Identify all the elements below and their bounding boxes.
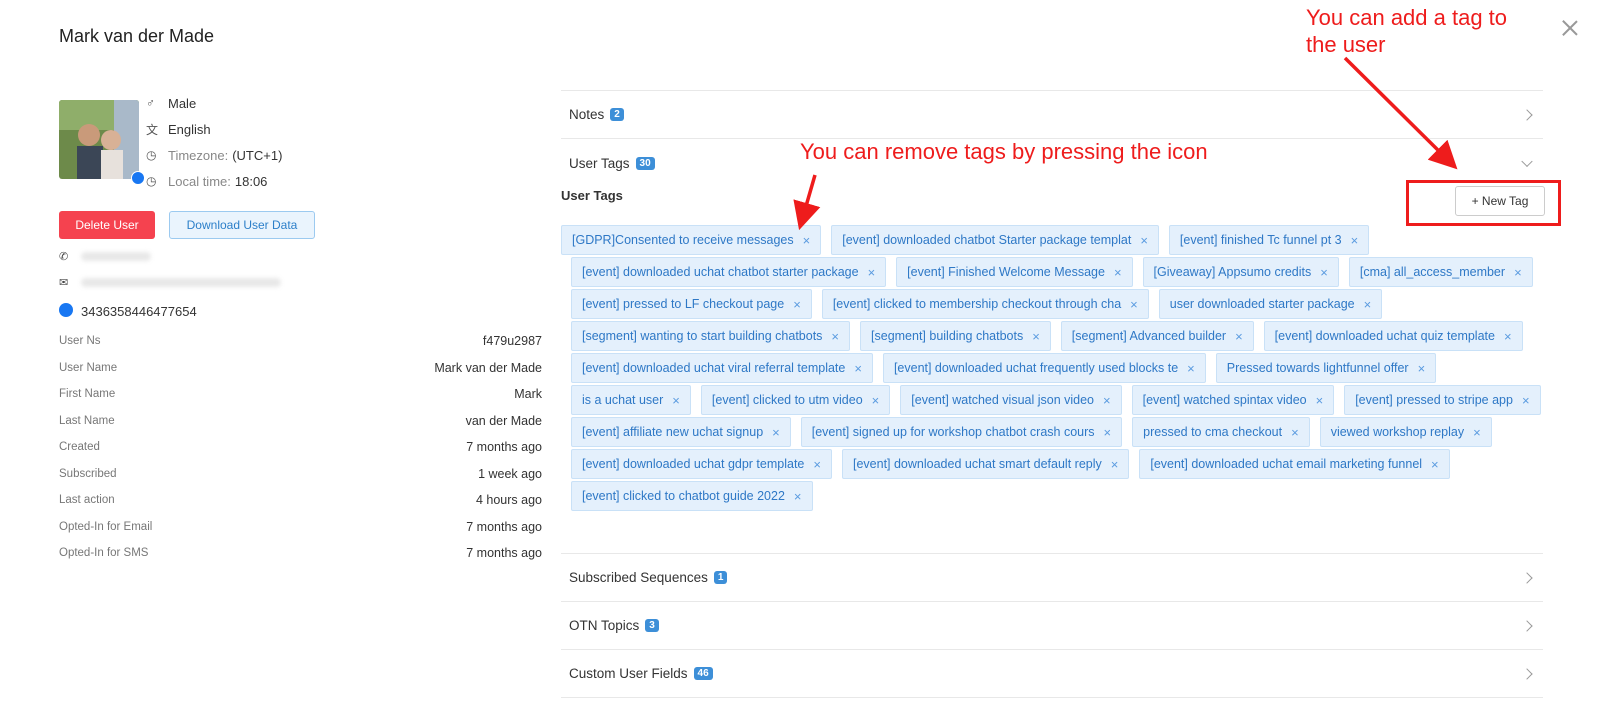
arrow-to-new-tag xyxy=(1343,56,1458,170)
arrow-to-remove-icon xyxy=(793,174,821,231)
annotation-arrows xyxy=(793,56,1458,231)
